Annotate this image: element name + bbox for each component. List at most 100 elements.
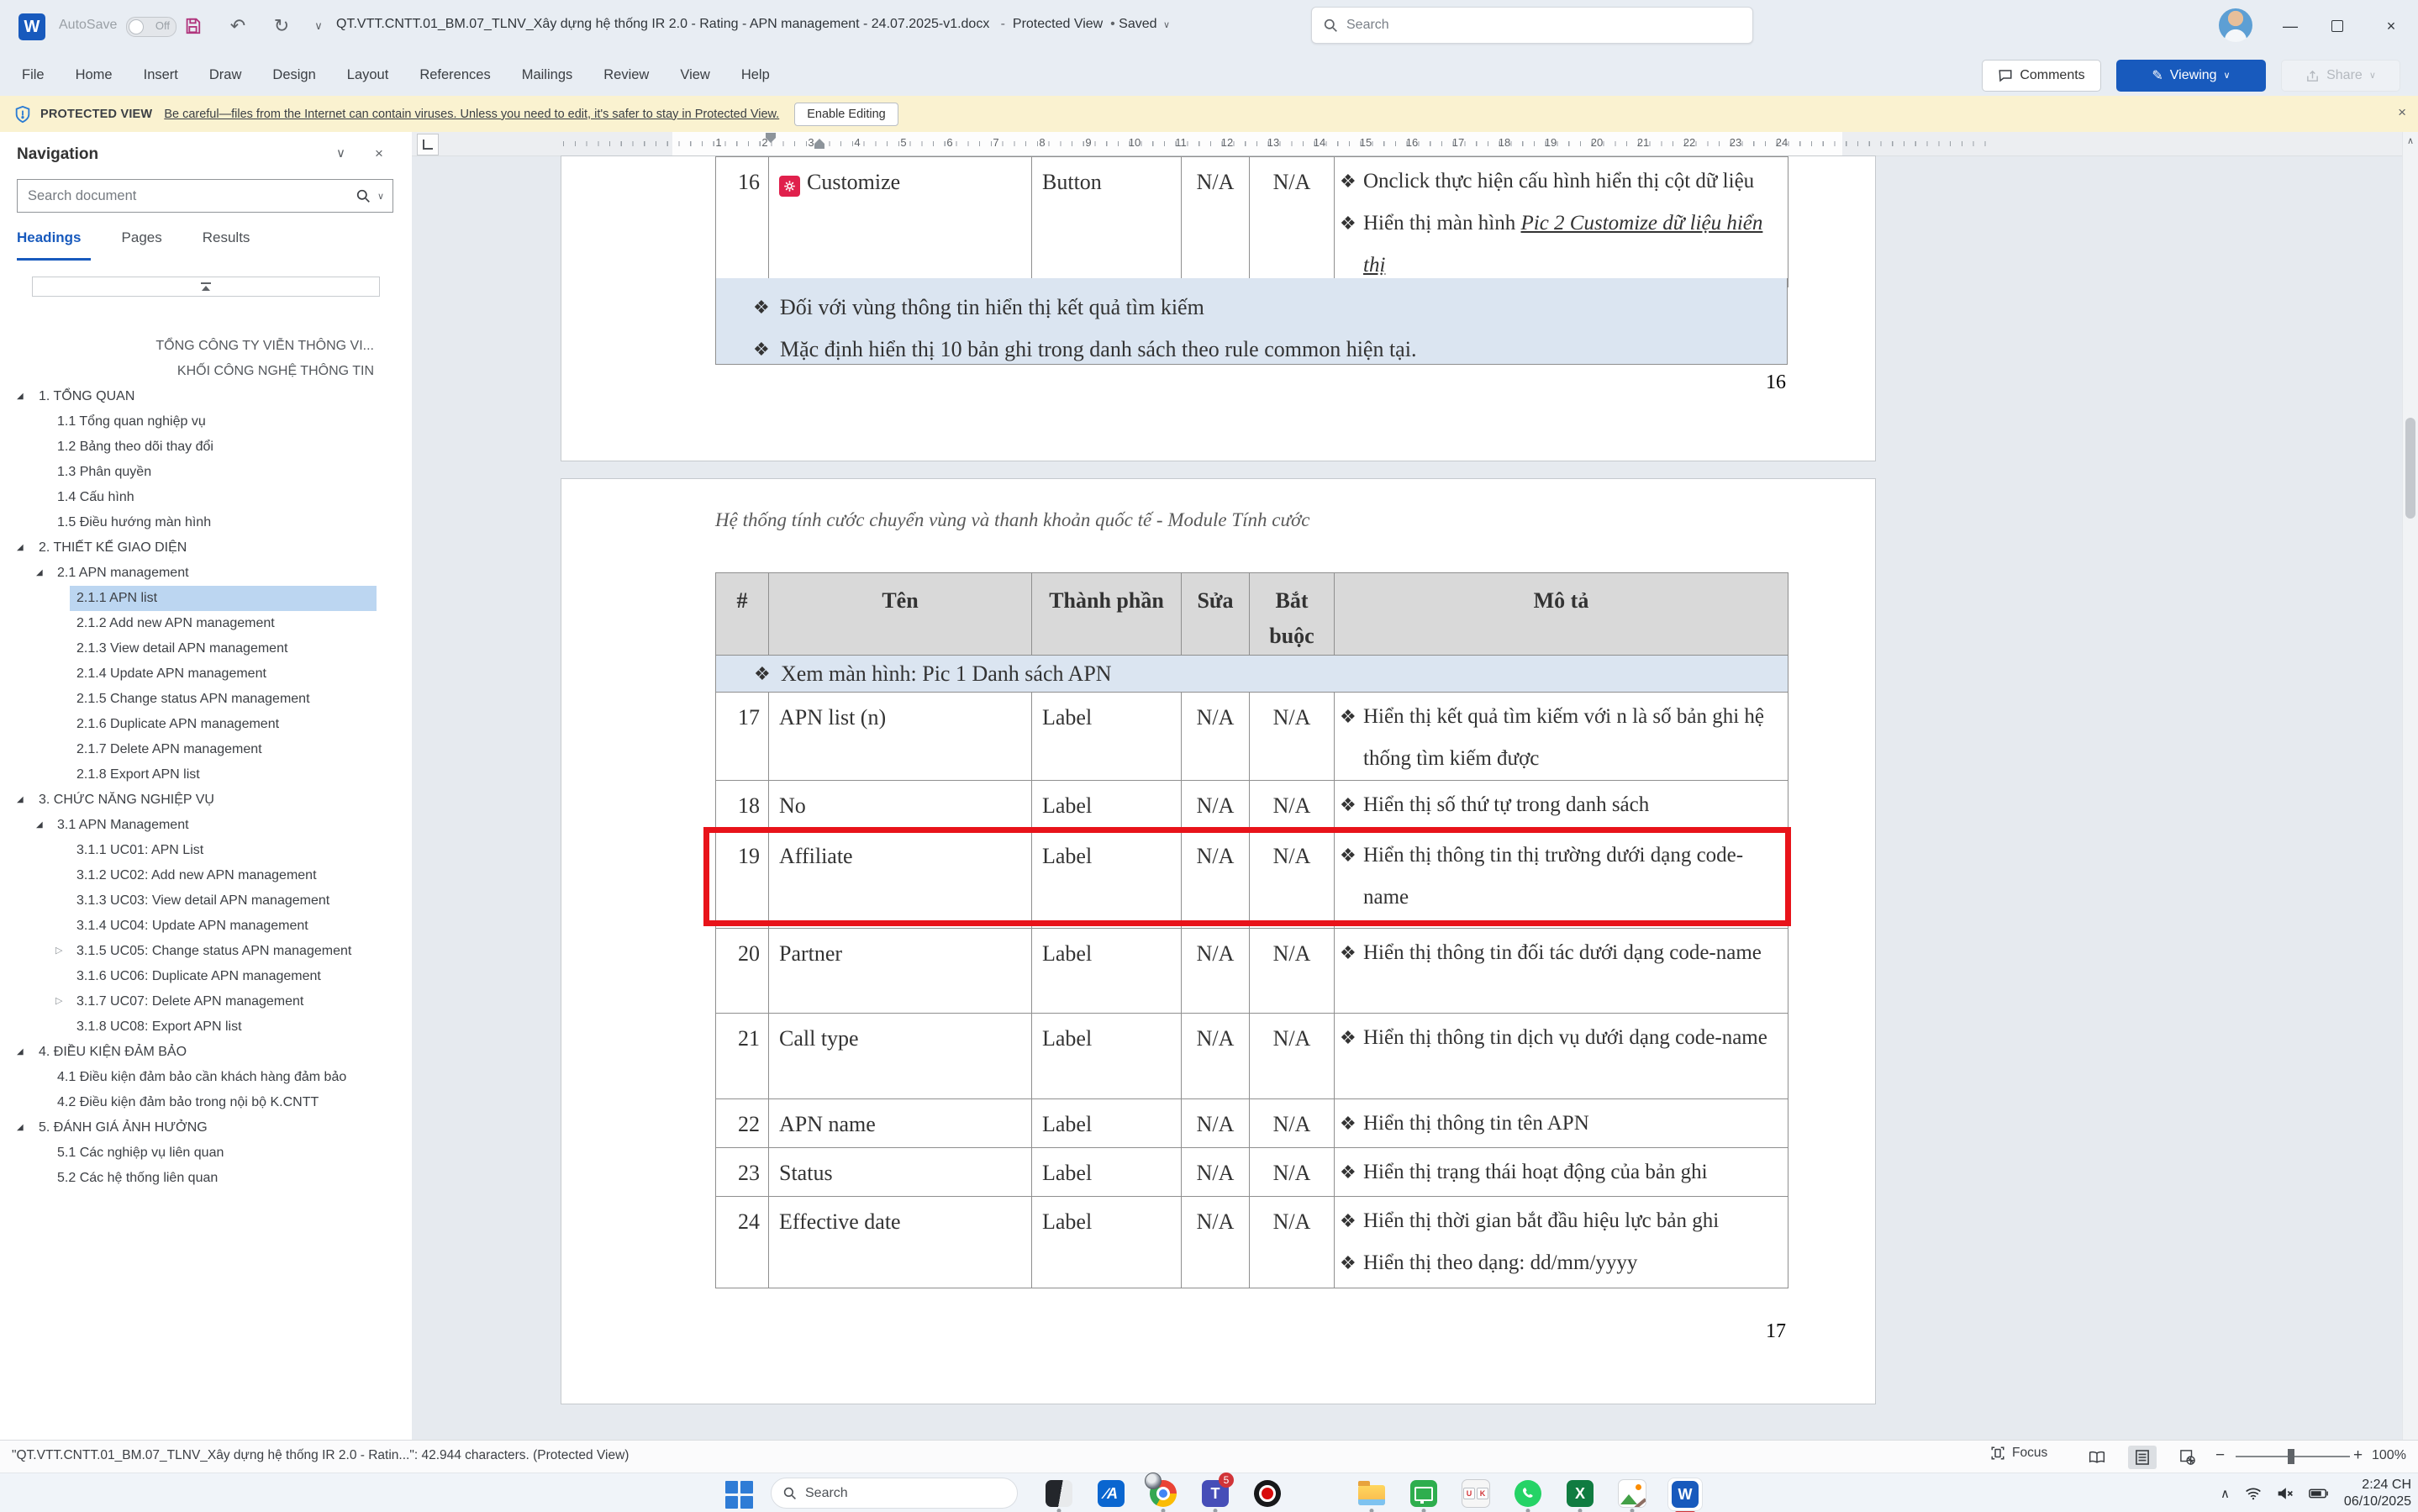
search-bar[interactable]: Search <box>1311 7 1753 44</box>
sidebar-item[interactable]: 3.1.2 UC02: Add new APN management <box>0 863 411 888</box>
expand-collapse-icon[interactable]: ◢ <box>17 796 24 804</box>
jump-to-top-control[interactable] <box>32 277 380 297</box>
volume-muted-icon[interactable] <box>2277 1487 2294 1500</box>
scroll-up-icon[interactable]: ∧ <box>2403 135 2418 146</box>
ribbon-tab-file[interactable]: File <box>20 64 46 87</box>
ribbon-tab-help[interactable]: Help <box>740 64 772 87</box>
translator-app-icon[interactable]: ∕A <box>1094 1478 1128 1509</box>
zoom-percentage[interactable]: 100% <box>2372 1448 2406 1463</box>
nav-tab-results[interactable]: Results <box>203 229 250 258</box>
sidebar-item[interactable]: ◢1. TỔNG QUAN <box>0 384 411 409</box>
sidebar-item[interactable]: ▷3.1.7 UC07: Delete APN management <box>0 989 411 1014</box>
zoom-out-button[interactable]: − <box>2215 1446 2225 1465</box>
battery-icon[interactable] <box>2309 1488 2329 1499</box>
start-button[interactable] <box>724 1480 753 1509</box>
comments-button[interactable]: Comments <box>1982 60 2101 92</box>
expand-collapse-icon[interactable]: ▷ <box>55 996 62 1006</box>
sidebar-item[interactable]: 3.1.3 UC03: View detail APN management <box>0 888 411 914</box>
focus-mode-button[interactable]: Focus <box>1990 1446 2047 1461</box>
print-layout-button[interactable] <box>2128 1446 2157 1469</box>
ribbon-tab-design[interactable]: Design <box>271 64 317 87</box>
wifi-icon[interactable] <box>2245 1487 2262 1500</box>
sidebar-item[interactable]: ◢3.1 APN Management <box>0 813 411 838</box>
unikey-icon[interactable]: UK <box>1459 1478 1493 1509</box>
sidebar-item[interactable]: 2.1.6 Duplicate APN management <box>0 712 411 737</box>
ribbon-tab-mailings[interactable]: Mailings <box>520 64 575 87</box>
word-icon[interactable]: W <box>1667 1478 1703 1511</box>
sidebar-item[interactable]: 1.3 Phân quyền <box>0 460 411 485</box>
sidebar-item[interactable]: 5.1 Các nghiệp vụ liên quan <box>0 1141 411 1166</box>
qat-customize-icon[interactable]: ∨ <box>304 12 333 40</box>
file-explorer-icon[interactable] <box>1355 1478 1388 1509</box>
ribbon-tab-review[interactable]: Review <box>602 64 651 87</box>
viewing-mode-button[interactable]: ✎ Viewing ∨ <box>2116 60 2266 92</box>
clock[interactable]: 2:24 CH 06/10/2025 <box>2344 1477 2411 1510</box>
sidebar-item[interactable]: 3.1.6 UC06: Duplicate APN management <box>0 964 411 989</box>
expand-collapse-icon[interactable]: ◢ <box>17 544 24 552</box>
document-page[interactable]: 16 Customize Button N/A N/A ❖Onclick thự… <box>561 155 1876 461</box>
tray-expand-chevron-icon[interactable]: ∧ <box>2220 1486 2230 1501</box>
photos-icon[interactable] <box>1615 1478 1649 1509</box>
vertical-scrollbar[interactable]: ∧ <box>2402 132 2418 1440</box>
sidebar-item[interactable]: ◢2. THIẾT KẾ GIAO DIỆN <box>0 535 411 561</box>
sidebar-item[interactable]: 1.2 Bảng theo dõi thay đổi <box>0 435 411 460</box>
close-button[interactable]: × <box>2372 10 2410 42</box>
ribbon-tab-view[interactable]: View <box>678 64 711 87</box>
excel-icon[interactable]: X <box>1563 1478 1597 1509</box>
sidebar-item[interactable]: 3.1.8 UC08: Export APN list <box>0 1014 411 1040</box>
sidebar-item[interactable]: 1.1 Tổng quan nghiệp vụ <box>0 409 411 435</box>
sidebar-item[interactable]: 4.1 Điều kiện đảm bảo cần khách hàng đảm… <box>0 1065 411 1090</box>
expand-collapse-icon[interactable]: ◢ <box>17 1124 24 1132</box>
search-options-chevron-icon[interactable]: ∨ <box>377 191 384 202</box>
sidebar-item[interactable]: ◢2.1 APN management <box>0 561 411 586</box>
read-mode-button[interactable] <box>2083 1446 2111 1469</box>
sidebar-item[interactable]: 1.5 Điều hướng màn hình <box>0 510 411 535</box>
sidebar-item[interactable]: ◢4. ĐIỀU KIỆN ĐẢM BẢO <box>0 1040 411 1065</box>
sidebar-item[interactable]: 2.1.8 Export APN list <box>0 762 411 788</box>
minimize-button[interactable]: — <box>2271 10 2310 42</box>
undo-button[interactable]: ↶ <box>224 12 252 40</box>
first-line-indent-marker[interactable] <box>766 133 776 138</box>
zoom-in-button[interactable]: + <box>2353 1446 2363 1465</box>
remote-desktop-icon[interactable] <box>1407 1478 1441 1509</box>
expand-collapse-icon[interactable]: ◢ <box>17 1048 24 1056</box>
taskbar-search[interactable]: Search <box>771 1478 1018 1509</box>
expand-collapse-icon[interactable]: ◢ <box>36 821 43 830</box>
sidebar-item[interactable]: 1.4 Cấu hình <box>0 485 411 510</box>
nav-tab-headings[interactable]: Headings <box>17 229 82 258</box>
user-avatar[interactable] <box>2219 8 2252 42</box>
pane-close-icon[interactable]: × <box>375 145 383 162</box>
ribbon-tab-insert[interactable]: Insert <box>142 64 180 87</box>
restore-button[interactable] <box>2318 10 2357 42</box>
tablet-app-icon[interactable] <box>1042 1478 1076 1509</box>
sticky-notes-icon[interactable] <box>1303 1478 1336 1509</box>
expand-collapse-icon[interactable]: ◢ <box>17 392 24 401</box>
share-button[interactable]: Share ∨ <box>2281 60 2400 92</box>
sidebar-item[interactable]: 2.1.5 Change status APN management <box>0 687 411 712</box>
sidebar-item[interactable]: TỔNG CÔNG TY VIỄN THÔNG VI... <box>0 334 411 359</box>
document-search-input[interactable]: Search document ∨ <box>17 179 393 213</box>
save-button[interactable] <box>178 12 207 40</box>
ribbon-tab-home[interactable]: Home <box>74 64 114 87</box>
expand-collapse-icon[interactable]: ▷ <box>55 946 62 956</box>
redo-button[interactable]: ↻ <box>267 12 296 40</box>
tab-stop-selector[interactable] <box>417 134 439 155</box>
sidebar-item[interactable]: 2.1.4 Update APN management <box>0 661 411 687</box>
sidebar-item[interactable]: 4.2 Điều kiện đảm bảo trong nội bộ K.CNT… <box>0 1090 411 1115</box>
nav-tab-pages[interactable]: Pages <box>122 229 162 258</box>
sidebar-item[interactable]: KHỐI CÔNG NGHỆ THÔNG TIN <box>0 359 411 384</box>
sidebar-item[interactable]: 2.1.1 APN list <box>0 586 411 611</box>
scrollbar-thumb[interactable] <box>2405 418 2415 519</box>
sidebar-item[interactable]: 2.1.2 Add new APN management <box>0 611 411 636</box>
document-page[interactable]: Hệ thống tính cước chuyển vùng và thanh … <box>561 478 1876 1404</box>
ribbon-tab-references[interactable]: References <box>418 64 492 87</box>
hanging-indent-marker[interactable] <box>814 144 824 149</box>
sidebar-item[interactable]: 3.1.1 UC01: APN List <box>0 838 411 863</box>
teams-icon[interactable]: T5 <box>1198 1478 1232 1509</box>
sidebar-item[interactable]: ◢5. ĐÁNH GIÁ ẢNH HƯỞNG <box>0 1115 411 1141</box>
web-layout-button[interactable] <box>2173 1446 2202 1469</box>
ribbon-tab-draw[interactable]: Draw <box>208 64 244 87</box>
enable-editing-button[interactable]: Enable Editing <box>794 103 898 126</box>
sidebar-item[interactable]: 5.2 Các hệ thống liên quan <box>0 1166 411 1191</box>
pane-collapse-icon[interactable]: ∨ <box>336 145 345 161</box>
